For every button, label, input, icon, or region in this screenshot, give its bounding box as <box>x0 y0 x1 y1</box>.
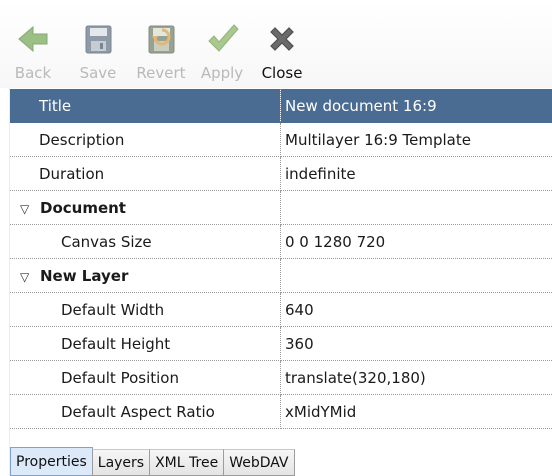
checkmark-icon <box>208 24 239 52</box>
tab-webdav[interactable]: WebDAV <box>223 449 295 476</box>
property-row-title[interactable]: Title New document 16:9 <box>10 89 552 123</box>
property-name: Title <box>10 89 281 123</box>
group-row-document[interactable]: ▽ Document <box>10 190 552 225</box>
back-arrow-icon <box>18 25 48 53</box>
apply-button[interactable]: Apply <box>199 8 245 88</box>
expander-icon[interactable]: ▽ <box>20 202 40 216</box>
property-value[interactable]: xMidYMid <box>280 394 552 429</box>
property-name: Default Aspect Ratio <box>10 394 281 429</box>
revert-button[interactable]: Revert <box>133 8 189 88</box>
property-row-default-position[interactable]: Default Position translate(320,180) <box>10 360 552 395</box>
tab-layers[interactable]: Layers <box>91 449 151 476</box>
floppy-disk-icon <box>85 25 112 54</box>
property-value[interactable]: New document 16:9 <box>280 89 552 123</box>
property-name: Description <box>10 122 281 157</box>
property-value[interactable]: indefinite <box>280 156 552 191</box>
property-row-description[interactable]: Description Multilayer 16:9 Template <box>10 122 552 157</box>
group-row-new-layer[interactable]: ▽ New Layer <box>10 258 552 293</box>
property-row-default-aspect-ratio[interactable]: Default Aspect Ratio xMidYMid <box>10 394 552 429</box>
back-button[interactable]: Back <box>10 8 56 88</box>
close-x-icon <box>270 27 294 51</box>
property-name: Default Height <box>10 326 281 361</box>
property-row-canvas-size[interactable]: Canvas Size 0 0 1280 720 <box>10 224 552 259</box>
floppy-revert-icon <box>148 25 175 54</box>
group-value-empty <box>280 258 552 293</box>
group-value-empty <box>280 190 552 225</box>
group-header[interactable]: ▽ New Layer <box>10 258 281 293</box>
property-value[interactable]: Multilayer 16:9 Template <box>280 122 552 157</box>
panel-tabs: Properties Layers XML Tree WebDAV <box>10 446 295 476</box>
property-row-duration[interactable]: Duration indefinite <box>10 156 552 191</box>
property-value[interactable]: 0 0 1280 720 <box>280 224 552 259</box>
group-label: Document <box>40 198 126 217</box>
save-button[interactable]: Save <box>76 8 120 88</box>
property-name: Default Width <box>10 292 281 327</box>
property-name: Default Position <box>10 360 281 395</box>
expander-icon[interactable]: ▽ <box>20 270 40 284</box>
property-value[interactable]: translate(320,180) <box>280 360 552 395</box>
apply-label: Apply <box>200 64 244 82</box>
group-header[interactable]: ▽ Document <box>10 190 281 225</box>
back-label: Back <box>14 64 52 82</box>
toolbar: Back Save Revert Apply Close <box>0 0 552 88</box>
save-label: Save <box>79 64 117 82</box>
property-value[interactable]: 640 <box>280 292 552 327</box>
properties-table: Title New document 16:9 Description Mult… <box>10 89 552 429</box>
group-label: New Layer <box>40 266 129 285</box>
tab-properties[interactable]: Properties <box>10 447 93 476</box>
close-label: Close <box>261 64 303 82</box>
property-row-default-width[interactable]: Default Width 640 <box>10 292 552 327</box>
close-button[interactable]: Close <box>258 8 306 88</box>
tab-xml-tree[interactable]: XML Tree <box>149 449 225 476</box>
revert-label: Revert <box>136 64 186 82</box>
property-row-default-height[interactable]: Default Height 360 <box>10 326 552 361</box>
property-name: Duration <box>10 156 281 191</box>
property-name: Canvas Size <box>10 224 281 259</box>
property-value[interactable]: 360 <box>280 326 552 361</box>
